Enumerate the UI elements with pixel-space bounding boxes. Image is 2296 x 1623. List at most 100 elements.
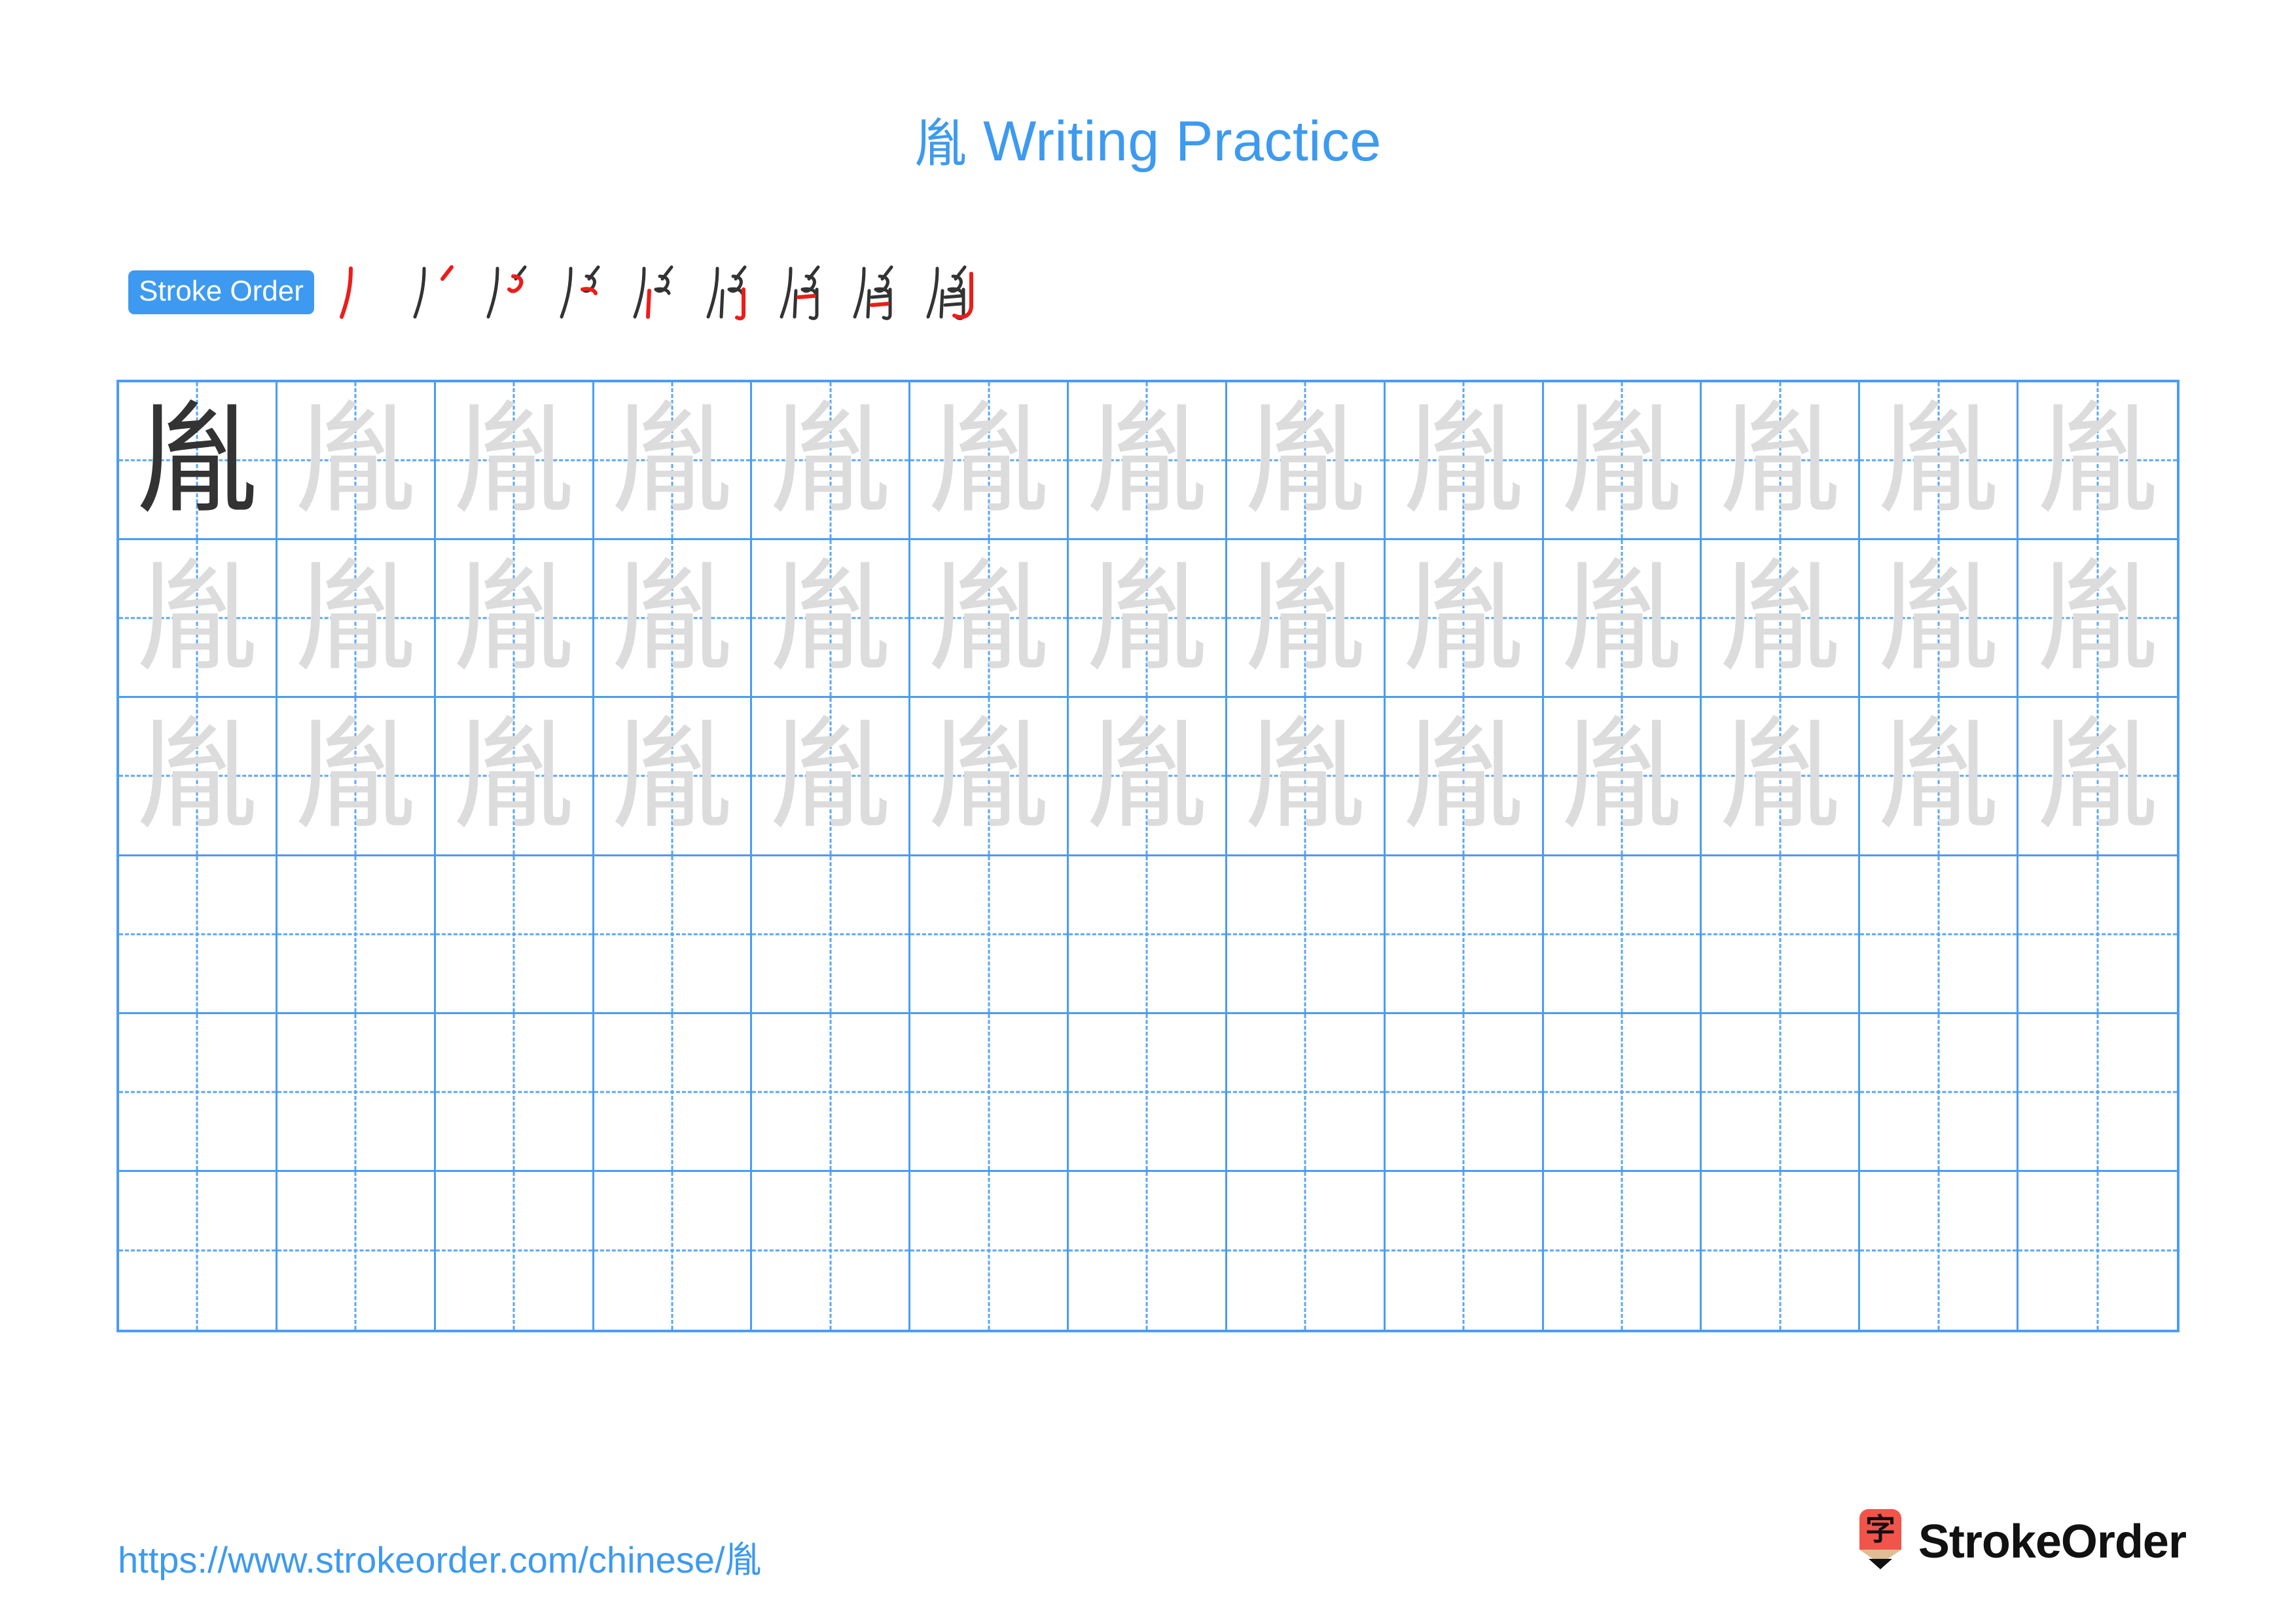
practice-cell-r2-c3[interactable]: 胤	[435, 540, 594, 699]
practice-cell-r2-c1[interactable]: 胤	[119, 540, 278, 699]
practice-cell-r1-c9[interactable]: 胤	[1385, 382, 1544, 541]
practice-cell-r3-c4[interactable]: 胤	[594, 698, 753, 856]
practice-cell-r2-c4[interactable]: 胤	[594, 540, 753, 699]
brand-logo[interactable]: 字 StrokeOrder	[1856, 1506, 2187, 1578]
practice-cell-r4-c4[interactable]	[594, 856, 753, 1014]
practice-cell-r2-c2[interactable]: 胤	[277, 540, 436, 699]
trace-character: 胤	[1086, 704, 1208, 847]
stroke-order-section: Stroke Order	[128, 257, 988, 327]
practice-cell-r1-c12[interactable]: 胤	[1860, 382, 2019, 541]
practice-cell-r2-c7[interactable]: 胤	[1069, 540, 1227, 699]
practice-cell-r3-c12[interactable]: 胤	[1860, 698, 2019, 856]
trace-character: 胤	[1719, 389, 1841, 532]
practice-cell-r1-c7[interactable]: 胤	[1069, 382, 1227, 541]
practice-cell-r3-c5[interactable]: 胤	[752, 698, 911, 856]
practice-cell-r3-c3[interactable]: 胤	[435, 698, 594, 856]
practice-cell-r5-c12[interactable]	[1860, 1013, 2019, 1172]
practice-cell-r6-c4[interactable]	[594, 1171, 753, 1330]
practice-cell-r2-c8[interactable]: 胤	[1227, 540, 1386, 699]
practice-cell-r6-c11[interactable]	[1702, 1171, 1861, 1330]
practice-cell-r4-c7[interactable]	[1069, 856, 1227, 1014]
practice-cell-r6-c13[interactable]	[2018, 1172, 2177, 1330]
practice-cell-r3-c10[interactable]: 胤	[1543, 698, 1702, 856]
practice-cell-r1-c2[interactable]: 胤	[277, 382, 436, 541]
practice-cell-r4-c11[interactable]	[1702, 856, 1861, 1014]
trace-character: 胤	[769, 704, 891, 847]
trace-character: 胤	[769, 547, 891, 689]
practice-cell-r3-c6[interactable]: 胤	[910, 698, 1069, 856]
practice-cell-r1-c8[interactable]: 胤	[1227, 382, 1386, 541]
practice-cell-r2-c12[interactable]: 胤	[1860, 540, 2019, 699]
practice-cell-r5-c9[interactable]	[1385, 1013, 1544, 1172]
practice-cell-r1-c4[interactable]: 胤	[594, 382, 753, 541]
practice-cell-r3-c8[interactable]: 胤	[1227, 698, 1386, 856]
practice-cell-r4-c8[interactable]	[1227, 856, 1386, 1014]
practice-cell-r4-c2[interactable]	[277, 856, 436, 1014]
practice-cell-r1-c11[interactable]: 胤	[1702, 382, 1861, 541]
practice-cell-r5-c13[interactable]	[2018, 1014, 2177, 1172]
practice-cell-r6-c5[interactable]	[752, 1171, 911, 1330]
practice-cell-r4-c12[interactable]	[1860, 856, 2019, 1014]
practice-cell-r4-c3[interactable]	[435, 856, 594, 1014]
practice-cell-r2-c10[interactable]: 胤	[1543, 540, 1702, 699]
practice-cell-r5-c5[interactable]	[752, 1013, 911, 1172]
practice-cell-r2-c11[interactable]: 胤	[1702, 540, 1861, 699]
practice-cell-r6-c10[interactable]	[1544, 1171, 1702, 1330]
practice-cell-r3-c2[interactable]: 胤	[277, 698, 436, 856]
practice-cell-r6-c8[interactable]	[1227, 1171, 1386, 1330]
footer-url-character: 胤	[725, 1539, 762, 1582]
practice-cell-r5-c7[interactable]	[1069, 1013, 1227, 1172]
trace-character: 胤	[611, 547, 733, 689]
footer-url[interactable]: https://www.strokeorder.com/chinese/胤	[118, 1531, 762, 1584]
stroke-step-1	[329, 257, 402, 327]
practice-cell-r5-c10[interactable]	[1543, 1013, 1702, 1172]
practice-cell-r6-c12[interactable]	[1860, 1171, 2019, 1330]
trace-character: 胤	[2037, 389, 2159, 532]
practice-cell-r1-c3[interactable]: 胤	[435, 382, 594, 541]
practice-cell-r3-c11[interactable]: 胤	[1702, 698, 1861, 856]
practice-cell-r4-c1[interactable]	[119, 856, 278, 1014]
practice-cell-r4-c13[interactable]	[2018, 856, 2177, 1014]
practice-cell-r4-c10[interactable]	[1543, 856, 1702, 1014]
trace-character: 胤	[1086, 547, 1208, 689]
trace-character: 胤	[1719, 547, 1841, 689]
trace-character: 胤	[1561, 389, 1683, 532]
practice-cell-r2-c5[interactable]: 胤	[752, 540, 911, 699]
practice-cell-r6-c2[interactable]	[278, 1171, 436, 1330]
practice-cell-r6-c6[interactable]	[910, 1171, 1069, 1330]
practice-cell-r5-c2[interactable]	[277, 1013, 436, 1172]
practice-cell-r1-c6[interactable]: 胤	[910, 382, 1069, 541]
practice-cell-r3-c9[interactable]: 胤	[1385, 698, 1544, 856]
practice-cell-r2-c13[interactable]: 胤	[2018, 540, 2177, 699]
practice-cell-r1-c13[interactable]: 胤	[2018, 382, 2177, 541]
practice-cell-r2-c6[interactable]: 胤	[910, 540, 1069, 699]
practice-cell-r4-c5[interactable]	[752, 856, 911, 1014]
trace-character: 胤	[453, 389, 575, 532]
practice-cell-r5-c6[interactable]	[910, 1013, 1069, 1172]
practice-cell-r2-c9[interactable]: 胤	[1385, 540, 1544, 699]
practice-cell-r6-c3[interactable]	[436, 1171, 594, 1330]
practice-cell-r6-c1[interactable]	[119, 1171, 278, 1330]
practice-cell-r5-c1[interactable]	[119, 1013, 278, 1172]
trace-character: 胤	[927, 704, 1050, 847]
practice-cell-r3-c13[interactable]: 胤	[2018, 698, 2177, 856]
practice-cell-r1-c1[interactable]: 胤	[119, 382, 278, 541]
practice-grid: 胤胤胤胤胤胤胤胤胤胤胤胤胤胤胤胤胤胤胤胤胤胤胤胤胤胤胤胤胤胤胤胤胤胤胤胤胤胤胤	[117, 380, 2179, 1332]
practice-cell-r6-c7[interactable]	[1069, 1171, 1227, 1330]
practice-cell-r4-c9[interactable]	[1385, 856, 1544, 1014]
practice-cell-r1-c5[interactable]: 胤	[752, 382, 911, 541]
footer-url-prefix: https://www.strokeorder.com/chinese/	[118, 1539, 725, 1580]
trace-character: 胤	[1244, 704, 1367, 847]
practice-cell-r6-c9[interactable]	[1386, 1171, 1544, 1330]
practice-cell-r5-c11[interactable]	[1702, 1013, 1861, 1172]
practice-cell-r1-c10[interactable]: 胤	[1543, 382, 1702, 541]
practice-cell-r5-c8[interactable]	[1227, 1013, 1386, 1172]
trace-character: 胤	[1719, 704, 1841, 847]
trace-character: 胤	[295, 704, 417, 847]
practice-cell-r4-c6[interactable]	[910, 856, 1069, 1014]
practice-cell-r5-c4[interactable]	[594, 1013, 753, 1172]
page-title-character: 胤	[914, 113, 967, 174]
practice-cell-r5-c3[interactable]	[435, 1013, 594, 1172]
practice-cell-r3-c1[interactable]: 胤	[119, 698, 278, 856]
practice-cell-r3-c7[interactable]: 胤	[1069, 698, 1227, 856]
